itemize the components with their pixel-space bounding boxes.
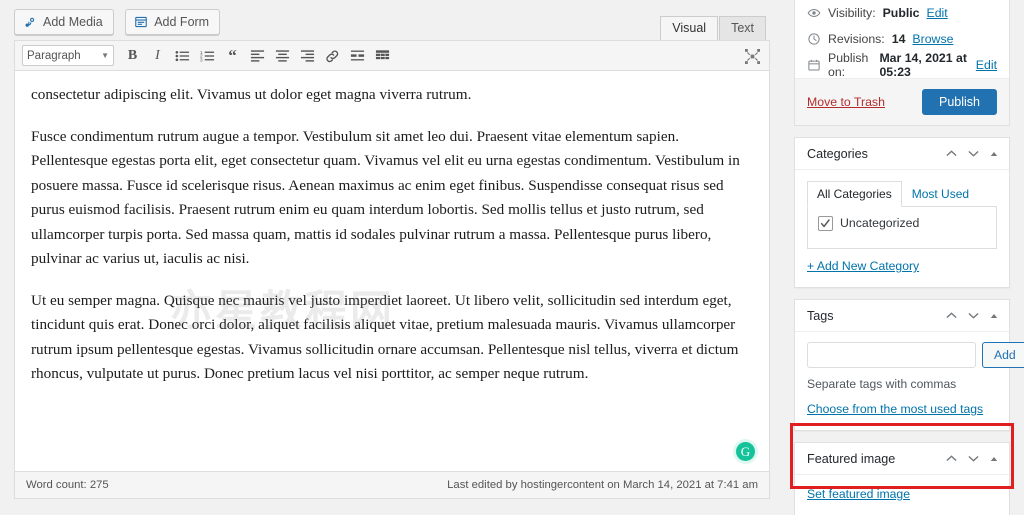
editor-column: Add Media Add Form Visual Text Paragraph… [0, 0, 782, 515]
categories-panel: Categories All Categories Most Used Unca… [794, 137, 1010, 288]
choose-most-used-tags-link[interactable]: Choose from the most used tags [807, 402, 983, 416]
categories-panel-header: Categories [795, 138, 1009, 170]
visibility-label: Visibility: [828, 6, 876, 20]
visibility-value: Public [882, 6, 920, 20]
insert-link-icon[interactable] [320, 44, 345, 68]
tag-input[interactable] [807, 342, 976, 368]
italic-icon[interactable]: I [145, 44, 170, 68]
media-icon [23, 15, 37, 29]
post-sidebar: Visibility: Public Edit Revisions: 14 Br… [790, 0, 1024, 515]
tags-hint-text: Separate tags with commas [807, 377, 957, 391]
categories-tabs: All Categories Most Used [807, 180, 997, 207]
add-form-label: Add Form [154, 15, 210, 29]
paragraph-format-select[interactable]: Paragraph ▼ [22, 45, 114, 66]
chevron-down-icon: ▼ [101, 51, 109, 60]
post-content-area[interactable]: consectetur adipiscing elit. Vivamus ut … [15, 71, 769, 471]
distraction-free-icon[interactable] [740, 44, 765, 68]
collapse-toggle-icon[interactable] [989, 311, 999, 321]
featured-image-panel-controls [945, 452, 999, 465]
format-toolbar: Paragraph ▼ B I 1 2 3 “ [15, 41, 769, 71]
word-count: Word count: 275 [26, 479, 109, 491]
svg-text:3: 3 [200, 57, 203, 62]
featured-image-panel-body: Set featured image [795, 475, 1009, 515]
publish-on-value: Mar 14, 2021 at 05:23 [879, 51, 967, 79]
publish-actions: Move to Trash Publish [795, 78, 1009, 125]
add-new-category-link[interactable]: + Add New Category [807, 259, 919, 273]
tags-panel: Tags Add Separate tags with commas Choos… [794, 299, 1024, 431]
tags-panel-body: Add Separate tags with commas Choose fro… [795, 332, 1024, 430]
content-paragraph: consectetur adipiscing elit. Vivamus ut … [31, 86, 472, 103]
blockquote-icon[interactable]: “ [220, 44, 245, 68]
add-form-button[interactable]: Add Form [125, 9, 221, 35]
add-tag-button[interactable]: Add [982, 342, 1024, 368]
publish-date-edit-link[interactable]: Edit [976, 58, 997, 72]
add-media-button[interactable]: Add Media [14, 9, 114, 35]
up-arrow-icon[interactable] [945, 452, 958, 465]
paragraph-format-value: Paragraph [27, 49, 81, 62]
visibility-row: Visibility: Public Edit [795, 0, 1009, 26]
categories-panel-body: All Categories Most Used Uncategorized +… [795, 170, 1009, 287]
set-featured-image-link[interactable]: Set featured image [807, 487, 910, 501]
bold-icon[interactable]: B [120, 44, 145, 68]
featured-image-title: Featured image [807, 451, 896, 466]
visibility-edit-link[interactable]: Edit [927, 6, 948, 20]
wordpress-post-editor: Add Media Add Form Visual Text Paragraph… [0, 0, 1024, 515]
form-icon [134, 15, 148, 29]
content-paragraph: Ut eu semper magna. Quisque nec mauris v… [31, 291, 739, 383]
collapse-toggle-icon[interactable] [989, 454, 999, 464]
publish-date-row: Publish on: Mar 14, 2021 at 05:23 Edit [795, 51, 1009, 79]
editor-frame: Paragraph ▼ B I 1 2 3 “ consectetur adip… [14, 40, 770, 499]
up-arrow-icon[interactable] [945, 309, 958, 322]
editor-mode-tabs: Visual Text [660, 16, 766, 41]
tag-entry-row: Add [807, 342, 1024, 368]
revisions-label: Revisions: [828, 32, 885, 46]
publish-button[interactable]: Publish [922, 89, 997, 115]
content-paragraph: Fusce condimentum rutrum augue a tempor.… [31, 127, 740, 268]
calendar-icon [807, 58, 821, 72]
tab-text[interactable]: Text [719, 16, 766, 41]
publish-panel: Visibility: Public Edit Revisions: 14 Br… [794, 0, 1010, 126]
tab-all-categories[interactable]: All Categories [807, 181, 902, 207]
categories-list: Uncategorized [807, 207, 997, 249]
editor-status-bar: Word count: 275 Last edited by hostinger… [15, 471, 769, 498]
down-arrow-icon[interactable] [967, 452, 980, 465]
align-right-icon[interactable] [295, 44, 320, 68]
clock-icon [807, 32, 821, 46]
category-checkbox-uncategorized[interactable] [818, 216, 833, 231]
revisions-count: 14 [891, 32, 906, 46]
grammarly-badge[interactable]: G [736, 442, 755, 461]
numbered-list-icon[interactable]: 1 2 3 [195, 44, 220, 68]
revisions-row: Revisions: 14 Browse [795, 26, 1009, 52]
category-label-uncategorized: Uncategorized [840, 216, 920, 230]
toolbar-toggle-icon[interactable] [370, 44, 395, 68]
tags-panel-header: Tags [795, 300, 1009, 332]
eye-icon [807, 6, 821, 20]
align-left-icon[interactable] [245, 44, 270, 68]
bulleted-list-icon[interactable] [170, 44, 195, 68]
read-more-icon[interactable] [345, 44, 370, 68]
align-center-icon[interactable] [270, 44, 295, 68]
collapse-toggle-icon[interactable] [989, 149, 999, 159]
tab-visual[interactable]: Visual [660, 16, 719, 41]
up-arrow-icon[interactable] [945, 147, 958, 160]
revisions-browse-link[interactable]: Browse [912, 32, 953, 46]
down-arrow-icon[interactable] [967, 147, 980, 160]
tags-title: Tags [807, 308, 834, 323]
tab-most-used[interactable]: Most Used [902, 181, 979, 207]
categories-title: Categories [807, 146, 868, 161]
move-to-trash-link[interactable]: Move to Trash [807, 95, 885, 109]
categories-panel-controls [945, 147, 999, 160]
tags-panel-controls [945, 309, 999, 322]
featured-image-panel-header: Featured image [795, 443, 1009, 475]
publish-on-label: Publish on: [828, 51, 869, 79]
add-media-label: Add Media [43, 15, 103, 29]
featured-image-panel: Featured image Set featured image [794, 442, 1010, 515]
down-arrow-icon[interactable] [967, 309, 980, 322]
last-edited-info: Last edited by hostingercontent on March… [447, 479, 758, 491]
